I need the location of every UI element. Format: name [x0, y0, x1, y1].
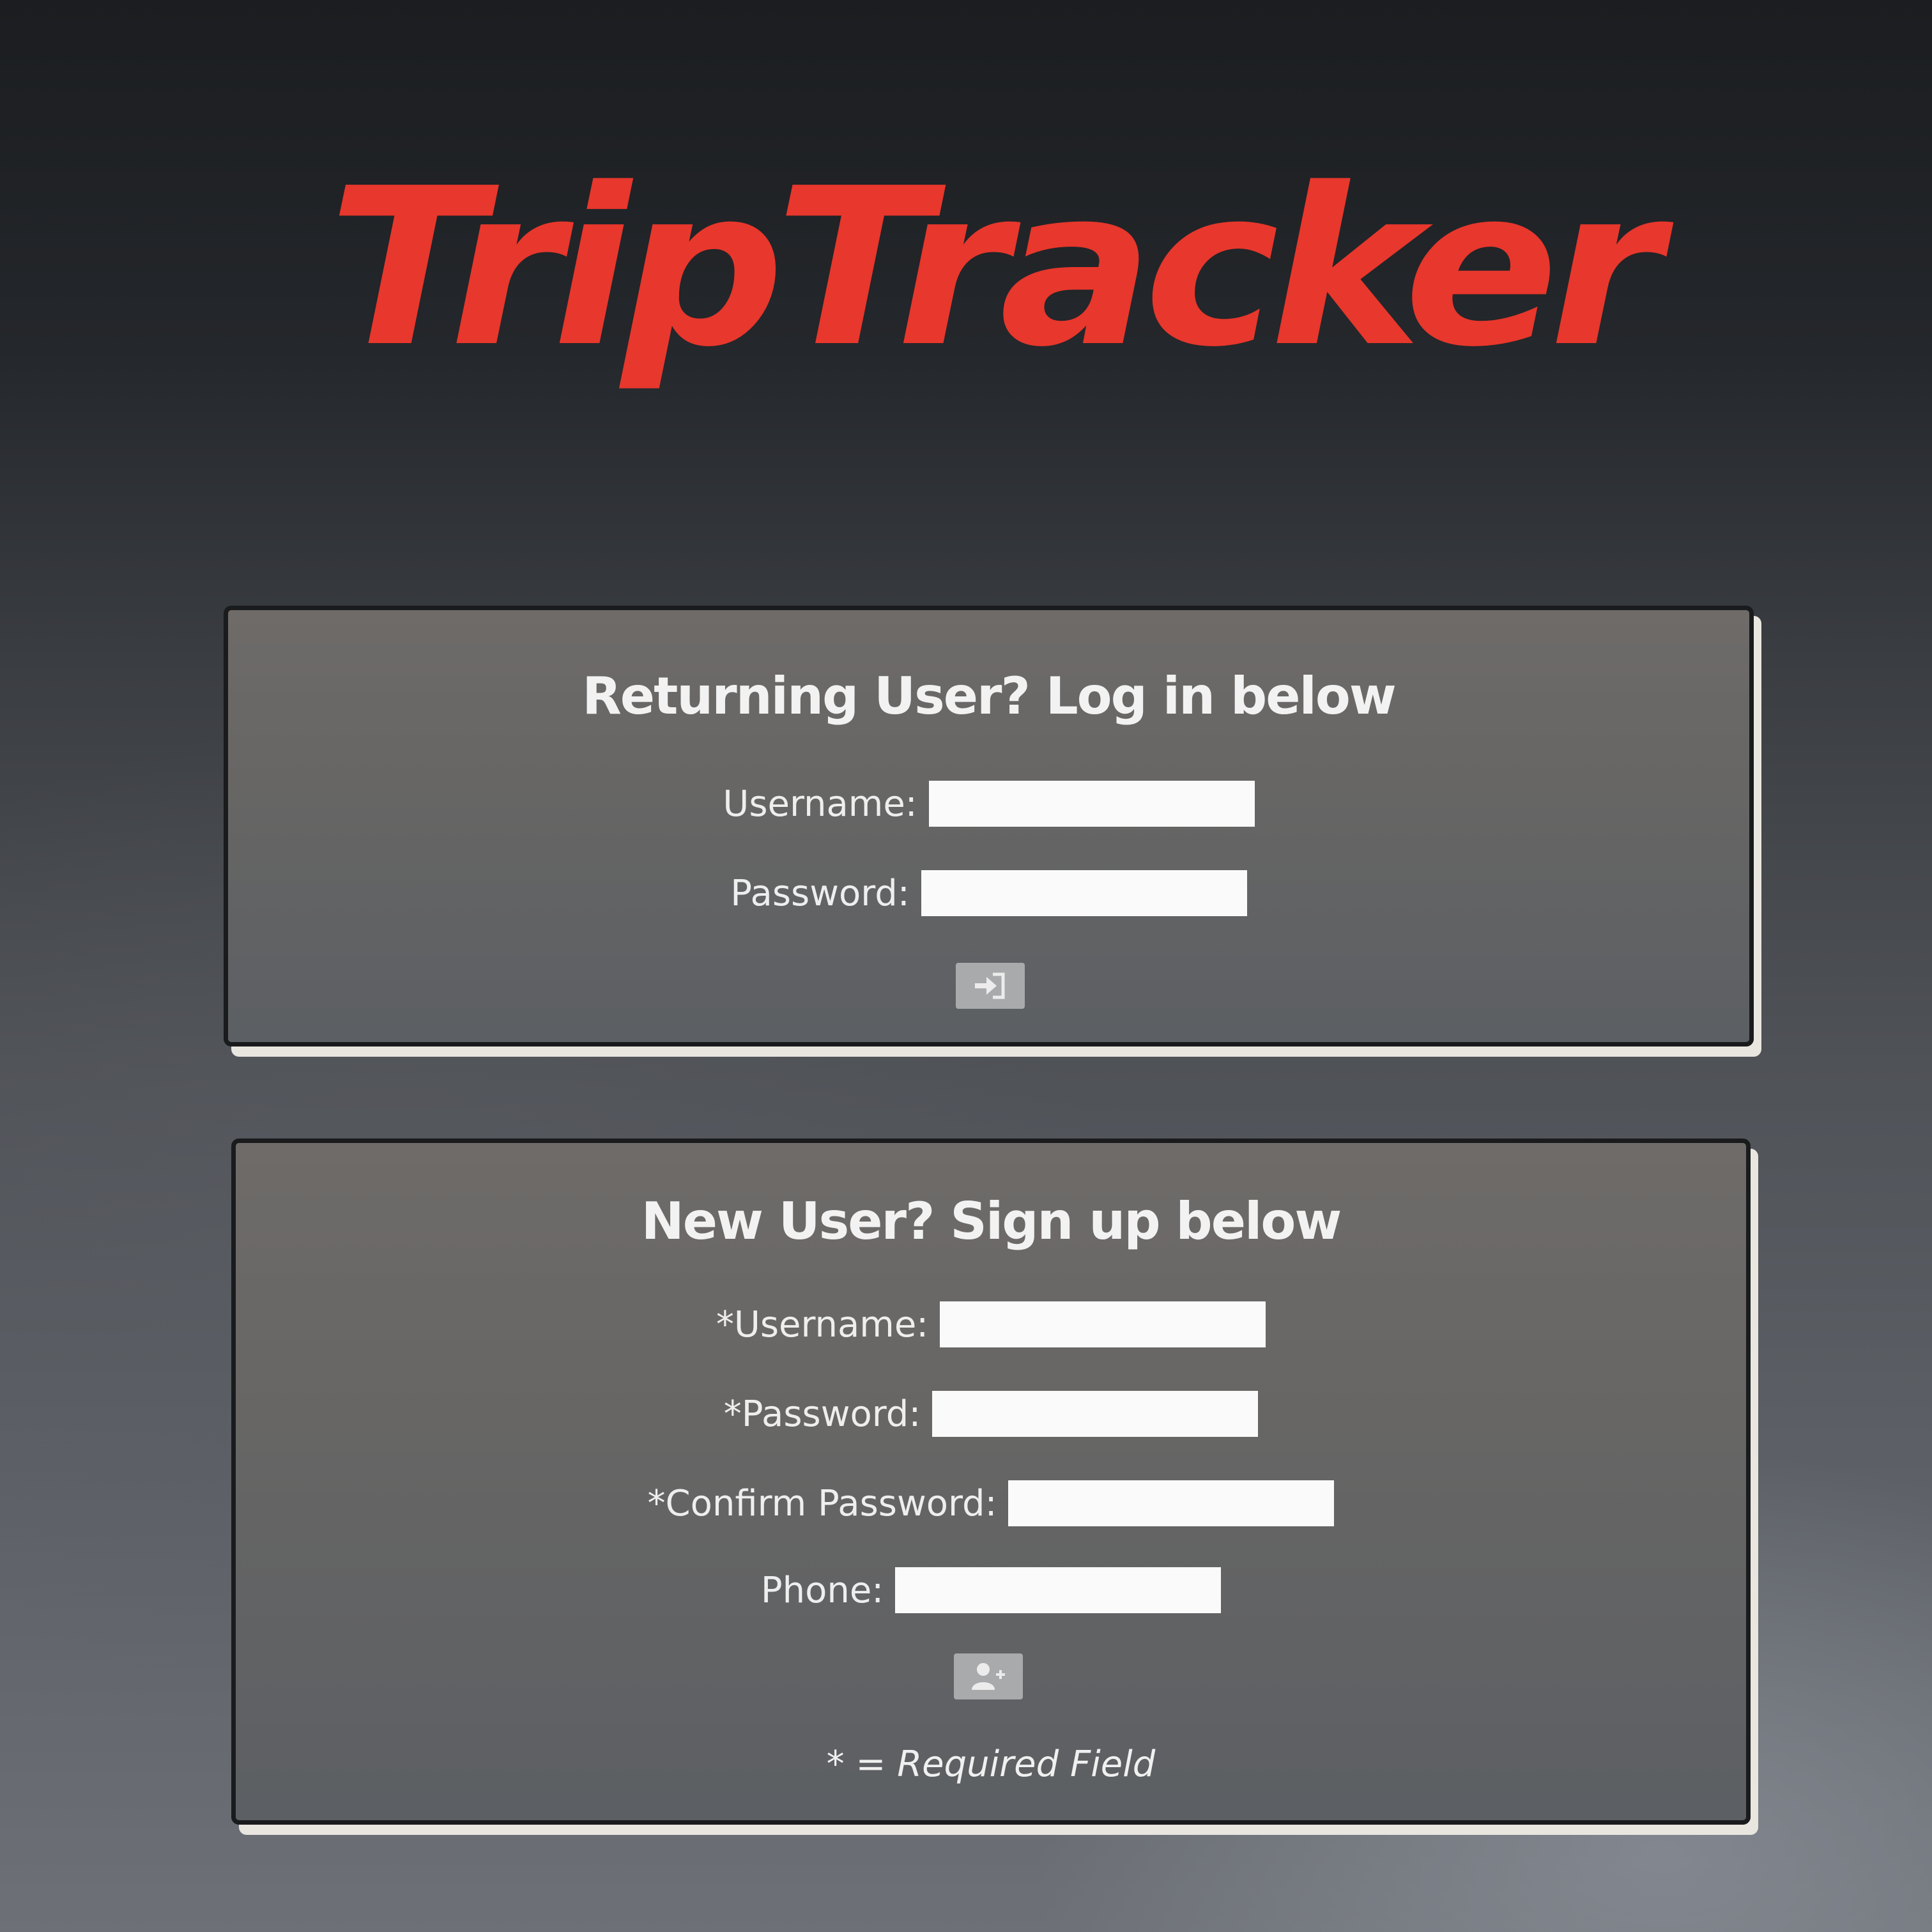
signup-password-label: *Password:: [723, 1393, 921, 1435]
login-username-row: Username:: [228, 778, 1749, 829]
required-field-note: * = Required Field: [826, 1744, 1156, 1785]
login-password-label: Password:: [730, 872, 910, 914]
signup-username-input[interactable]: [940, 1301, 1266, 1347]
signup-username-label: *Username:: [716, 1303, 929, 1346]
signup-phone-row: Phone:: [236, 1565, 1746, 1616]
add-user-icon: [972, 1663, 1005, 1690]
signup-username-row: *Username:: [236, 1299, 1746, 1350]
signup-phone-input[interactable]: [895, 1567, 1222, 1613]
login-username-input[interactable]: [928, 781, 1255, 827]
login-title: Returning User? Log in below: [582, 666, 1397, 726]
signup-phone-label: Phone:: [760, 1569, 884, 1611]
signup-confirm-label: *Confirm Password:: [647, 1482, 997, 1524]
login-button[interactable]: [956, 963, 1025, 1009]
login-panel: Returning User? Log in below Username: P…: [224, 606, 1754, 1046]
login-username-label: Username:: [723, 783, 917, 825]
login-password-row: Password:: [228, 868, 1749, 919]
signup-password-input[interactable]: [932, 1391, 1259, 1437]
signup-confirm-row: *Confirm Password:: [236, 1478, 1746, 1529]
sign-in-icon: [975, 972, 1005, 999]
login-page: TripTracker Returning User? Log in below…: [0, 0, 1932, 1932]
signup-panel: New User? Sign up below *Username: *Pass…: [231, 1138, 1751, 1825]
app-logo: TripTracker: [328, 142, 1662, 395]
signup-confirm-password-input[interactable]: [1008, 1480, 1335, 1526]
signup-button[interactable]: [954, 1653, 1023, 1699]
signup-title: New User? Sign up below: [641, 1192, 1342, 1251]
login-password-input[interactable]: [921, 870, 1247, 916]
signup-password-row: *Password:: [236, 1388, 1746, 1439]
